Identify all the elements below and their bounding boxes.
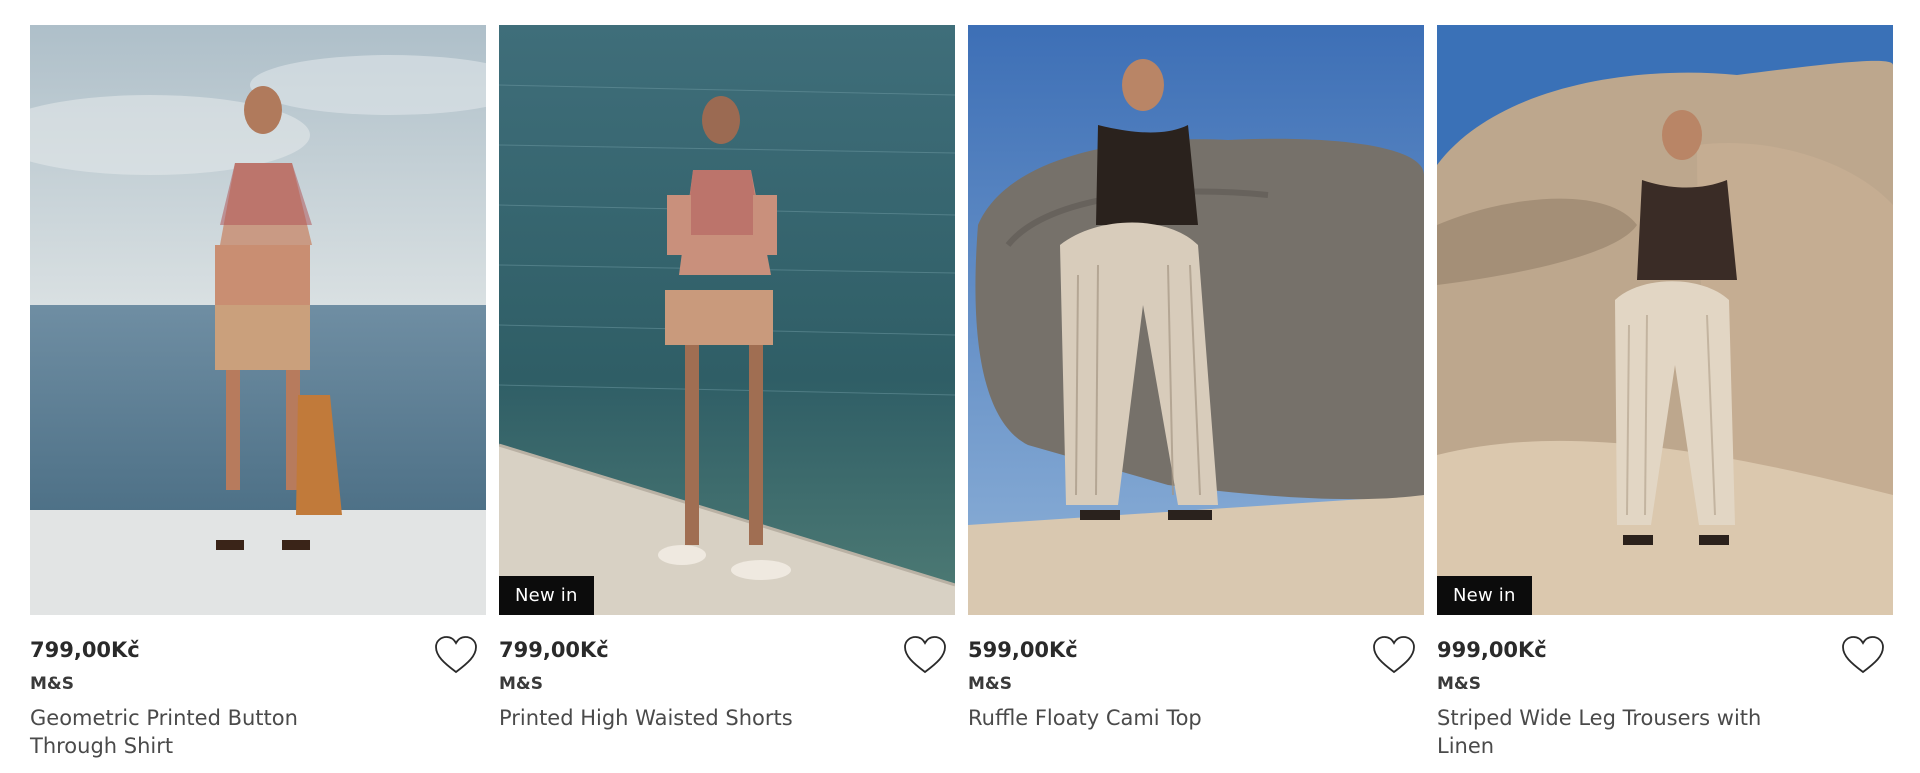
product-card[interactable]: 599,00Kč M&S Ruffle Floaty Cami Top <box>968 25 1424 732</box>
product-image[interactable] <box>968 25 1424 615</box>
product-name[interactable]: Ruffle Floaty Cami Top <box>968 704 1308 732</box>
product-info: 999,00Kč M&S Striped Wide Leg Trousers w… <box>1437 615 1893 760</box>
heart-outline-icon[interactable] <box>434 635 478 675</box>
product-info: 599,00Kč M&S Ruffle Floaty Cami Top <box>968 615 1424 732</box>
product-grid: 799,00Kč M&S Geometric Printed Button Th… <box>0 0 1920 773</box>
product-card[interactable]: 799,00Kč M&S Geometric Printed Button Th… <box>30 25 486 760</box>
product-brand: M&S <box>1437 674 1481 694</box>
product-name[interactable]: Geometric Printed Button Through Shirt <box>30 704 370 760</box>
product-brand: M&S <box>968 674 1012 694</box>
product-card[interactable]: New in 999,00Kč M&S Striped Wide Leg Tro… <box>1437 25 1893 760</box>
product-brand: M&S <box>30 674 74 694</box>
product-brand: M&S <box>499 674 543 694</box>
new-in-badge: New in <box>1437 576 1532 615</box>
product-image[interactable]: New in <box>499 25 955 615</box>
product-price: 799,00Kč <box>30 638 140 662</box>
product-image[interactable]: New in <box>1437 25 1893 615</box>
product-price: 799,00Kč <box>499 638 609 662</box>
product-image[interactable] <box>30 25 486 615</box>
product-card[interactable]: New in 799,00Kč M&S Printed High Waisted… <box>499 25 955 732</box>
product-price: 599,00Kč <box>968 638 1078 662</box>
heart-outline-icon[interactable] <box>1841 635 1885 675</box>
product-name[interactable]: Striped Wide Leg Trousers with Linen <box>1437 704 1777 760</box>
product-info: 799,00Kč M&S Geometric Printed Button Th… <box>30 615 486 760</box>
new-in-badge: New in <box>499 576 594 615</box>
product-info: 799,00Kč M&S Printed High Waisted Shorts <box>499 615 955 732</box>
product-name[interactable]: Printed High Waisted Shorts <box>499 704 839 732</box>
heart-outline-icon[interactable] <box>903 635 947 675</box>
product-price: 999,00Kč <box>1437 638 1547 662</box>
heart-outline-icon[interactable] <box>1372 635 1416 675</box>
